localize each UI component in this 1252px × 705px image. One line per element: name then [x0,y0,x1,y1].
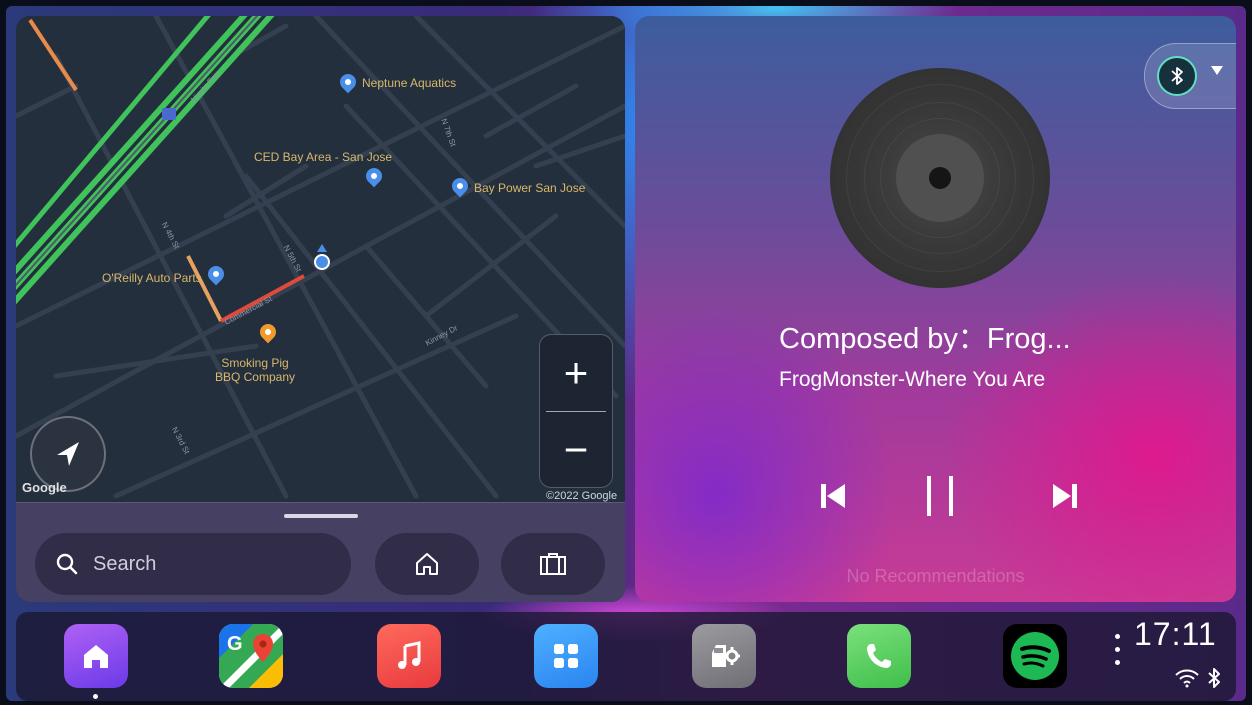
drawer-handle[interactable] [284,514,358,518]
dock-app-google-maps[interactable]: G [219,624,283,688]
map-panel[interactable]: Nimitz Fwy N 7th St N 4th St N 5th St Co… [16,16,625,602]
zoom-control: + − [539,334,613,488]
place-label[interactable]: CED Bay Area - San Jose [254,150,392,164]
clock: 17:11 [1134,616,1217,652]
google-maps-icon: G [219,624,283,688]
album-art [830,68,1050,288]
status-bar [1174,667,1222,689]
skip-previous-icon [821,484,845,508]
more-menu-icon[interactable] [1115,634,1121,673]
phone-icon [867,644,891,668]
track-artist: FrogMonster-Where You Are [779,368,1046,391]
active-indicator [93,694,98,699]
dock-app-apps[interactable] [534,624,598,688]
recommendations-empty: No Recommendations [846,566,1025,586]
briefcase-icon [540,553,566,575]
bluetooth-icon [1208,668,1220,688]
zoom-out-button[interactable]: − [540,412,612,488]
dock-app-music[interactable] [377,624,441,688]
media-panel: Composed by：Frog... FrogMonster-Where Yo… [635,16,1236,602]
svg-text:G: G [227,633,243,655]
dock-app-home[interactable] [64,624,128,688]
next-track-button[interactable] [1035,476,1095,516]
place-label[interactable]: Bay Power San Jose [474,181,585,195]
place-label[interactable]: Neptune Aquatics [362,76,456,90]
zoom-in-button[interactable]: + [540,335,612,411]
bluetooth-device-selector[interactable] [1144,43,1236,109]
place-label[interactable]: Smoking Pig BBQ Company [196,356,314,384]
current-location-dot [314,254,330,270]
carplay-screen: Nimitz Fwy N 7th St N 4th St N 5th St Co… [6,6,1246,701]
navigation-arrow-icon [57,442,79,466]
home-icon [84,645,108,668]
search-input[interactable]: Search [35,533,351,595]
wifi-icon [1175,669,1199,688]
previous-track-button[interactable] [803,476,863,516]
google-logo: Google [22,480,67,495]
map-copyright: ©2022 Google [546,490,618,502]
music-note-icon [398,641,421,669]
dock: G 17:11 [16,612,1236,701]
dock-app-car-settings[interactable] [692,624,756,688]
pause-button[interactable] [910,476,970,516]
spotify-icon [1011,632,1059,680]
map-drawer: Search [16,502,625,602]
pause-icon [927,476,953,516]
heading-arrow-icon [317,244,327,252]
place-label[interactable]: O'Reilly Auto Parts [102,271,202,285]
car-settings-icon [712,645,740,667]
skip-next-icon [1053,484,1077,508]
chevron-down-icon [1211,66,1223,75]
dock-app-phone[interactable] [847,624,911,688]
app-grid-icon [554,644,578,668]
home-destination-button[interactable] [375,533,479,595]
search-icon [55,552,79,576]
bluetooth-icon [1157,56,1197,96]
track-title: Composed by：Frog... [779,323,1071,355]
search-placeholder: Search [93,552,157,575]
work-destination-button[interactable] [501,533,605,595]
home-icon [416,553,438,575]
dock-app-spotify[interactable] [1003,624,1067,688]
